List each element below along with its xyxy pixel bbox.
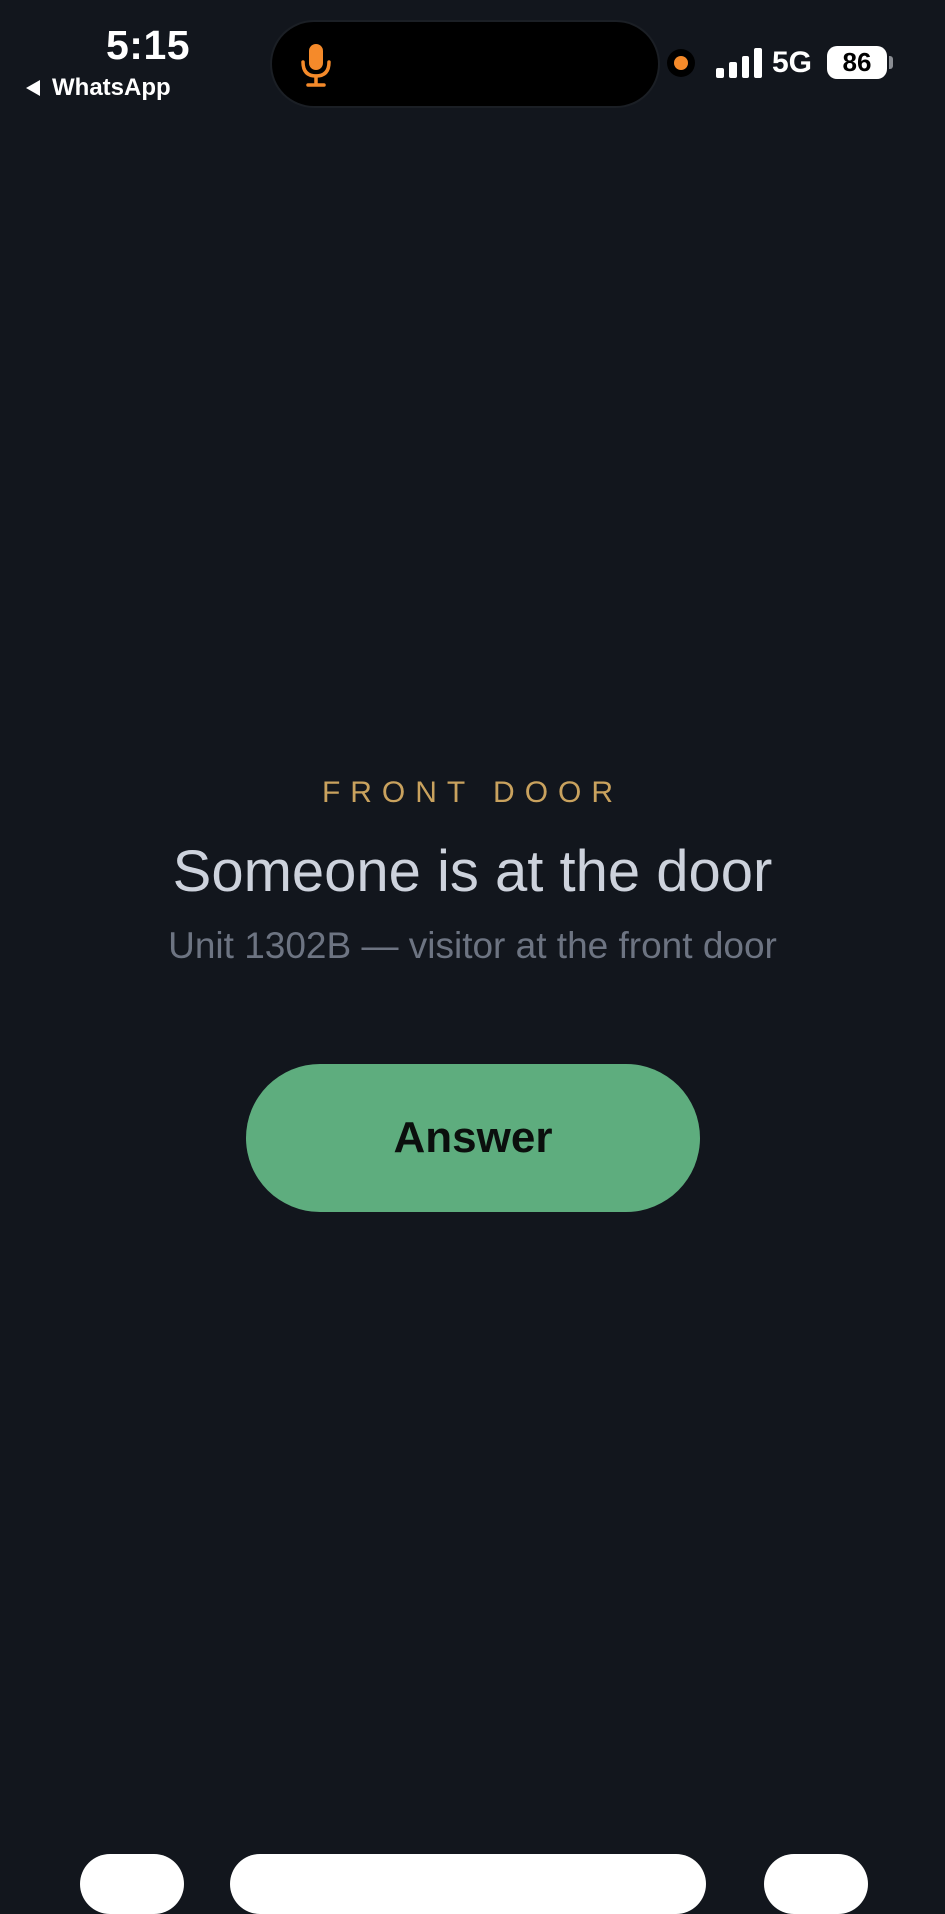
call-subtitle: Unit 1302B — visitor at the front door [168,925,777,966]
microphone-icon [301,44,331,87]
bottom-center-control[interactable] [230,1854,706,1914]
bottom-left-control[interactable] [80,1854,184,1914]
back-app-label: WhatsApp [52,74,171,101]
battery-tip [889,56,893,69]
recording-indicator-icon [674,56,688,70]
answer-button[interactable]: Answer [246,1064,700,1212]
battery-level: 86 [842,47,872,77]
back-arrow-icon [26,80,40,96]
call-title: Someone is at the door [172,839,773,904]
bottom-right-control[interactable] [764,1854,868,1914]
location-label: FRONT DOOR [321,776,624,809]
back-to-app-link[interactable]: WhatsApp [26,74,171,102]
status-bar: 5:15 WhatsApp 5G 86 [0,0,945,120]
battery-icon: 86 [827,46,887,79]
network-type: 5G [772,46,813,79]
cellular-signal-icon [716,46,762,78]
dynamic-island[interactable] [272,22,658,106]
status-time: 5:15 [106,22,191,68]
